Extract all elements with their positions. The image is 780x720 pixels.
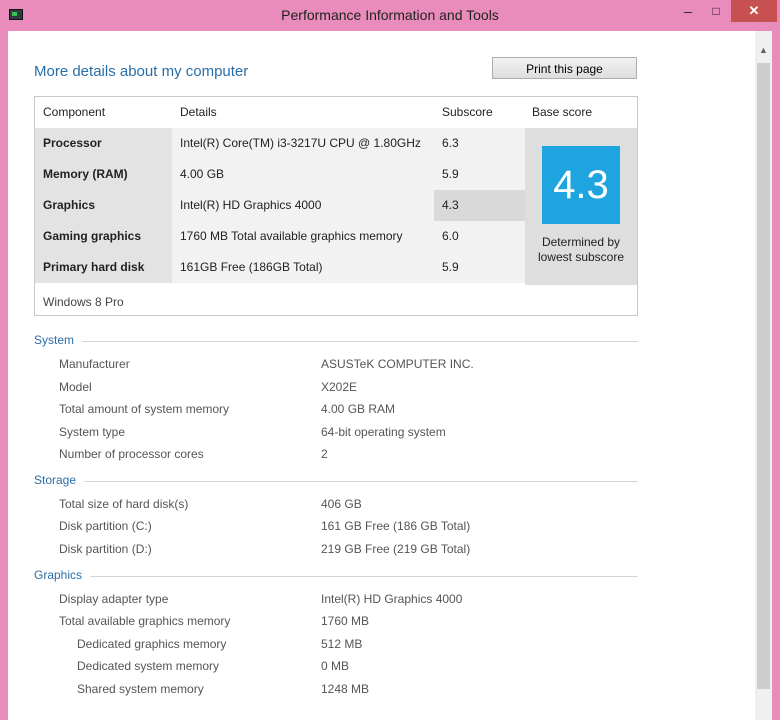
- info-value: 406 GB: [321, 497, 362, 511]
- info-label: Shared system memory: [77, 682, 204, 696]
- section-divider: [34, 481, 638, 482]
- info-label: Total size of hard disk(s): [59, 497, 189, 511]
- window-title: Performance Information and Tools: [281, 7, 499, 23]
- info-value: 4.00 GB RAM: [321, 402, 396, 416]
- score-row-hard-disk: Primary hard disk 161GB Free (186GB Tota…: [35, 252, 525, 283]
- section-title: Graphics: [34, 568, 91, 582]
- component-subscore: 5.9: [434, 252, 525, 283]
- component-name: Gaming graphics: [35, 221, 172, 252]
- component-details: Intel(R) Core(TM) i3-3217U CPU @ 1.80GHz: [172, 128, 434, 159]
- performance-window: Performance Information and Tools – □ ✕ …: [0, 0, 780, 720]
- component-subscore: 6.3: [434, 128, 525, 159]
- col-header-base-score: Base score: [532, 105, 593, 119]
- score-row-memory: Memory (RAM) 4.00 GB 5.9: [35, 159, 525, 190]
- print-page-button[interactable]: Print this page: [492, 57, 637, 79]
- component-name: Primary hard disk: [35, 252, 172, 283]
- section-graphics: Graphics: [34, 568, 638, 584]
- info-label: Total amount of system memory: [59, 402, 230, 416]
- section-title: System: [34, 333, 83, 347]
- info-value: 64-bit operating system: [321, 425, 446, 439]
- page-heading: More details about my computer: [34, 63, 249, 80]
- component-details: 4.00 GB: [172, 159, 434, 190]
- info-label: Disk partition (C:): [59, 519, 152, 533]
- maximize-button[interactable]: □: [703, 0, 729, 22]
- info-value: 161 GB Free (186 GB Total): [321, 519, 471, 533]
- section-storage: Storage: [34, 473, 638, 489]
- section-divider: [34, 576, 638, 577]
- os-edition: Windows 8 Pro: [43, 295, 124, 309]
- info-value: 1760 MB: [321, 614, 370, 628]
- scroll-up-arrow-icon[interactable]: ▲: [755, 45, 772, 59]
- details-content: More details about my computer Print thi…: [8, 31, 755, 720]
- maximize-icon: □: [712, 4, 720, 18]
- info-label: Manufacturer: [59, 357, 130, 371]
- info-value: 1248 MB: [321, 682, 370, 696]
- info-value: 512 MB: [321, 637, 363, 651]
- info-label: Disk partition (D:): [59, 542, 152, 556]
- info-value: ASUSTeK COMPUTER INC.: [321, 357, 474, 371]
- info-label: Number of processor cores: [59, 447, 204, 461]
- component-details: Intel(R) HD Graphics 4000: [172, 190, 434, 221]
- info-value: 219 GB Free (219 GB Total): [321, 542, 471, 556]
- score-row-processor: Processor Intel(R) Core(TM) i3-3217U CPU…: [35, 128, 525, 159]
- section-divider: [34, 341, 638, 342]
- section-title: Storage: [34, 473, 85, 487]
- info-label: Dedicated graphics memory: [77, 637, 227, 651]
- close-button[interactable]: ✕: [731, 0, 777, 22]
- minimize-button[interactable]: –: [675, 0, 701, 22]
- title-bar[interactable]: Performance Information and Tools – □ ✕: [0, 0, 780, 30]
- base-score-tile: 4.3: [542, 146, 620, 224]
- info-value: 2: [321, 447, 328, 461]
- component-name: Graphics: [35, 190, 172, 221]
- component-name: Processor: [35, 128, 172, 159]
- info-value: X202E: [321, 380, 358, 394]
- base-score-note: Determined by lowest subscore: [537, 235, 625, 264]
- scroll-thumb[interactable]: [757, 63, 770, 689]
- info-label: Display adapter type: [59, 592, 169, 606]
- vertical-scrollbar[interactable]: ▲: [755, 31, 772, 720]
- component-subscore: 5.9: [434, 159, 525, 190]
- component-subscore: 4.3: [434, 190, 525, 221]
- score-row-gaming-graphics: Gaming graphics 1760 MB Total available …: [35, 221, 525, 252]
- col-header-details: Details: [180, 105, 217, 119]
- info-value: 0 MB: [321, 659, 350, 673]
- section-system: System: [34, 333, 638, 349]
- component-subscore: 6.0: [434, 221, 525, 252]
- client-area: More details about my computer Print thi…: [8, 31, 772, 720]
- score-table: Component Details Subscore Base score Pr…: [34, 96, 638, 316]
- component-name: Memory (RAM): [35, 159, 172, 190]
- info-value: Intel(R) HD Graphics 4000: [321, 592, 463, 606]
- col-header-subscore: Subscore: [442, 105, 493, 119]
- info-label: Model: [59, 380, 92, 394]
- info-label: Total available graphics memory: [59, 614, 231, 628]
- minimize-icon: –: [684, 3, 692, 19]
- component-details: 161GB Free (186GB Total): [172, 252, 434, 283]
- col-header-component: Component: [43, 105, 106, 119]
- info-label: Dedicated system memory: [77, 659, 220, 673]
- close-icon: ✕: [748, 3, 760, 18]
- score-row-graphics: Graphics Intel(R) HD Graphics 4000 4.3: [35, 190, 525, 221]
- component-details: 1760 MB Total available graphics memory: [172, 221, 434, 252]
- info-label: System type: [59, 425, 126, 439]
- base-score-area: 4.3 Determined by lowest subscore: [525, 128, 637, 285]
